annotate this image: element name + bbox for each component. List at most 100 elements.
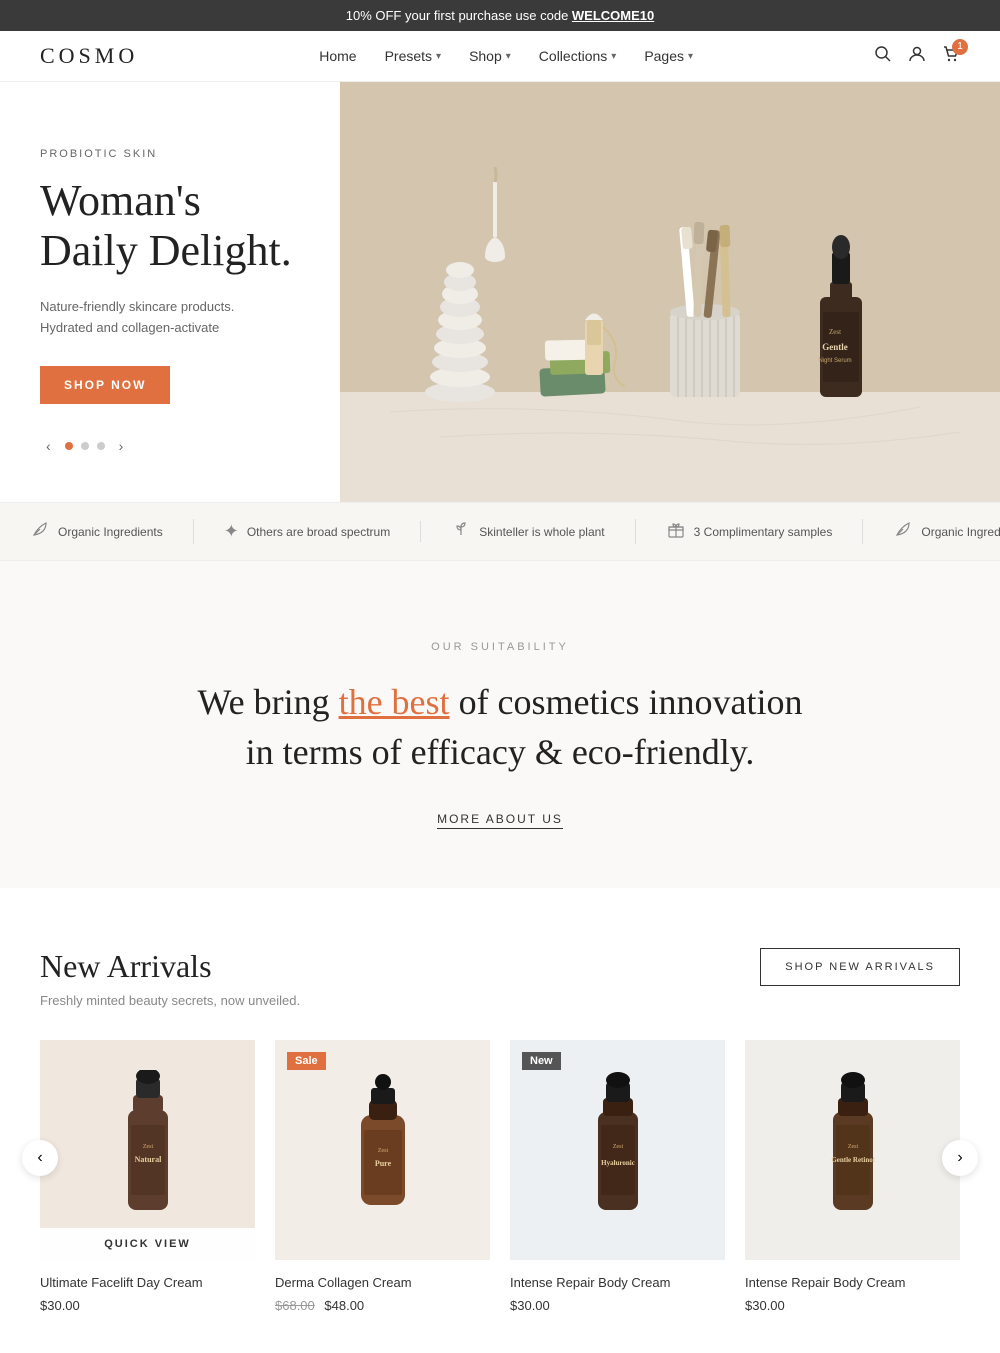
new-arrivals-section: New Arrivals Freshly minted beauty secre… <box>0 888 1000 1353</box>
chevron-down-icon: ▾ <box>611 51 616 62</box>
product-image-wrap: Zest Gentle Retinol <box>745 1040 960 1260</box>
product-price: $30.00 <box>510 1298 725 1313</box>
feature-organic-2-label: Organic Ingredients <box>921 525 1000 539</box>
svg-text:Pure: Pure <box>374 1159 391 1168</box>
slider-dot-3[interactable] <box>97 442 105 450</box>
products-next-button[interactable]: › <box>942 1140 978 1176</box>
hero-illustration: Zest Gentle Night Serum <box>340 82 1000 502</box>
feature-plant: Skinteller is whole plant <box>421 519 635 544</box>
product-card: Zest Natural QUICK VIEW Ultimate Facelif… <box>40 1040 255 1313</box>
cart-count: 1 <box>952 39 968 55</box>
nav-pages[interactable]: Pages ▾ <box>644 48 693 64</box>
product-current-price: $30.00 <box>510 1298 550 1313</box>
product-image-wrap: New Zest Hyaluronic <box>510 1040 725 1260</box>
new-arrivals-subtitle: Freshly minted beauty secrets, now unvei… <box>40 993 300 1008</box>
product-current-price: $48.00 <box>324 1298 364 1313</box>
feature-plant-label: Skinteller is whole plant <box>479 525 604 539</box>
quick-view-overlay[interactable]: QUICK VIEW <box>40 1228 255 1260</box>
chevron-down-icon: ▾ <box>688 51 693 62</box>
features-bar: Organic Ingredients ✦ Others are broad s… <box>0 502 1000 561</box>
product-name: Ultimate Facelift Day Cream <box>40 1274 255 1292</box>
product-image: Zest Natural <box>98 1070 198 1230</box>
new-arrivals-title: New Arrivals <box>40 948 300 985</box>
hero-description: Nature-friendly skincare products.Hydrat… <box>40 297 300 339</box>
product-card: Sale Zest Pure Derma Collagen Cream $68.… <box>275 1040 490 1313</box>
sparkle-icon: ✦ <box>224 521 239 542</box>
suitability-title: We bring the best of cosmetics innovatio… <box>40 677 960 778</box>
feature-spectrum-label: Others are broad spectrum <box>247 525 390 539</box>
suitability-highlight: the best <box>339 682 450 722</box>
search-button[interactable] <box>874 45 892 68</box>
product-price: $68.00 $48.00 <box>275 1298 490 1313</box>
features-list: Organic Ingredients ✦ Others are broad s… <box>0 519 1000 544</box>
nav-presets[interactable]: Presets ▾ <box>385 48 442 64</box>
svg-text:Zest: Zest <box>612 1144 623 1150</box>
hero-title: Woman'sDaily Delight. <box>40 176 300 277</box>
feature-organic-label: Organic Ingredients <box>58 525 163 539</box>
slider-next-button[interactable]: › <box>113 436 130 456</box>
plant-icon <box>451 519 471 544</box>
product-badge-new: New <box>522 1052 561 1070</box>
product-card: New Zest Hyaluronic Intense Repair Body … <box>510 1040 725 1313</box>
products-grid: ‹ Zest Natural QUICK VIEW Ultimate Facel… <box>40 1040 960 1313</box>
shop-now-button[interactable]: SHOP NOW <box>40 366 170 404</box>
product-name: Intense Repair Body Cream <box>745 1274 960 1292</box>
svg-text:Zest: Zest <box>142 1144 153 1150</box>
slider-dot-1[interactable] <box>65 442 73 450</box>
hero-section: PROBIOTIC SKIN Woman'sDaily Delight. Nat… <box>0 82 1000 502</box>
new-arrivals-header: New Arrivals Freshly minted beauty secre… <box>40 948 960 1008</box>
suitability-section: OUR SUITABILITY We bring the best of cos… <box>0 561 1000 888</box>
account-button[interactable] <box>908 45 926 68</box>
leaf-icon <box>30 519 50 544</box>
chevron-down-icon: ▾ <box>506 51 511 62</box>
product-original-price: $68.00 <box>275 1298 315 1313</box>
feature-samples-label: 3 Complimentary samples <box>694 525 833 539</box>
more-about-link[interactable]: MORE ABOUT US <box>437 812 563 829</box>
svg-text:Night Serum: Night Serum <box>818 358 851 364</box>
svg-text:Natural: Natural <box>134 1155 161 1164</box>
main-nav: Home Presets ▾ Shop ▾ Collections ▾ Page… <box>319 48 693 64</box>
suitability-label: OUR SUITABILITY <box>40 641 960 653</box>
feature-samples: 3 Complimentary samples <box>636 519 864 544</box>
svg-text:Gentle: Gentle <box>822 342 848 352</box>
svg-text:Zest: Zest <box>829 328 841 336</box>
product-price: $30.00 <box>745 1298 960 1313</box>
product-name: Intense Repair Body Cream <box>510 1274 725 1292</box>
product-price: $30.00 <box>40 1298 255 1313</box>
cart-button[interactable]: 1 <box>942 45 960 68</box>
hero-eyebrow: PROBIOTIC SKIN <box>40 148 300 160</box>
feature-organic-2: Organic Ingredients <box>863 519 1000 544</box>
hero-text-panel: PROBIOTIC SKIN Woman'sDaily Delight. Nat… <box>0 82 340 502</box>
products-prev-button[interactable]: ‹ <box>22 1140 58 1176</box>
slider-prev-button[interactable]: ‹ <box>40 436 57 456</box>
announcement-code[interactable]: WELCOME10 <box>572 8 654 23</box>
announcement-text: 10% OFF your first purchase use code <box>346 8 572 23</box>
product-image: Zest Gentle Retinol <box>803 1070 903 1230</box>
shop-new-arrivals-button[interactable]: SHOP NEW ARRIVALS <box>760 948 960 986</box>
svg-text:Gentle Retinol: Gentle Retinol <box>831 1156 874 1164</box>
svg-text:Zest: Zest <box>847 1144 858 1150</box>
slider-controls: ‹ › <box>40 436 300 456</box>
nav-shop[interactable]: Shop ▾ <box>469 48 511 64</box>
nav-collections[interactable]: Collections ▾ <box>539 48 617 64</box>
product-image: Zest Pure <box>333 1070 433 1230</box>
header-icons: 1 <box>874 45 960 68</box>
feature-spectrum: ✦ Others are broad spectrum <box>194 521 422 542</box>
chevron-down-icon: ▾ <box>436 51 441 62</box>
logo[interactable]: COSMO <box>40 43 138 69</box>
product-current-price: $30.00 <box>40 1298 80 1313</box>
product-current-price: $30.00 <box>745 1298 785 1313</box>
product-image-wrap: Sale Zest Pure <box>275 1040 490 1260</box>
svg-text:Hyaluronic: Hyaluronic <box>601 1159 635 1167</box>
product-badge-sale: Sale <box>287 1052 326 1070</box>
gift-icon <box>666 519 686 544</box>
leaf-2-icon <box>893 519 913 544</box>
product-image-wrap: Zest Natural QUICK VIEW <box>40 1040 255 1260</box>
new-arrivals-title-group: New Arrivals Freshly minted beauty secre… <box>40 948 300 1008</box>
announcement-bar: 10% OFF your first purchase use code WEL… <box>0 0 1000 31</box>
product-card: Zest Gentle Retinol Intense Repair Body … <box>745 1040 960 1313</box>
feature-organic: Organic Ingredients <box>0 519 194 544</box>
nav-home[interactable]: Home <box>319 48 356 64</box>
slider-dot-2[interactable] <box>81 442 89 450</box>
hero-image: Zest Gentle Night Serum <box>340 82 1000 502</box>
